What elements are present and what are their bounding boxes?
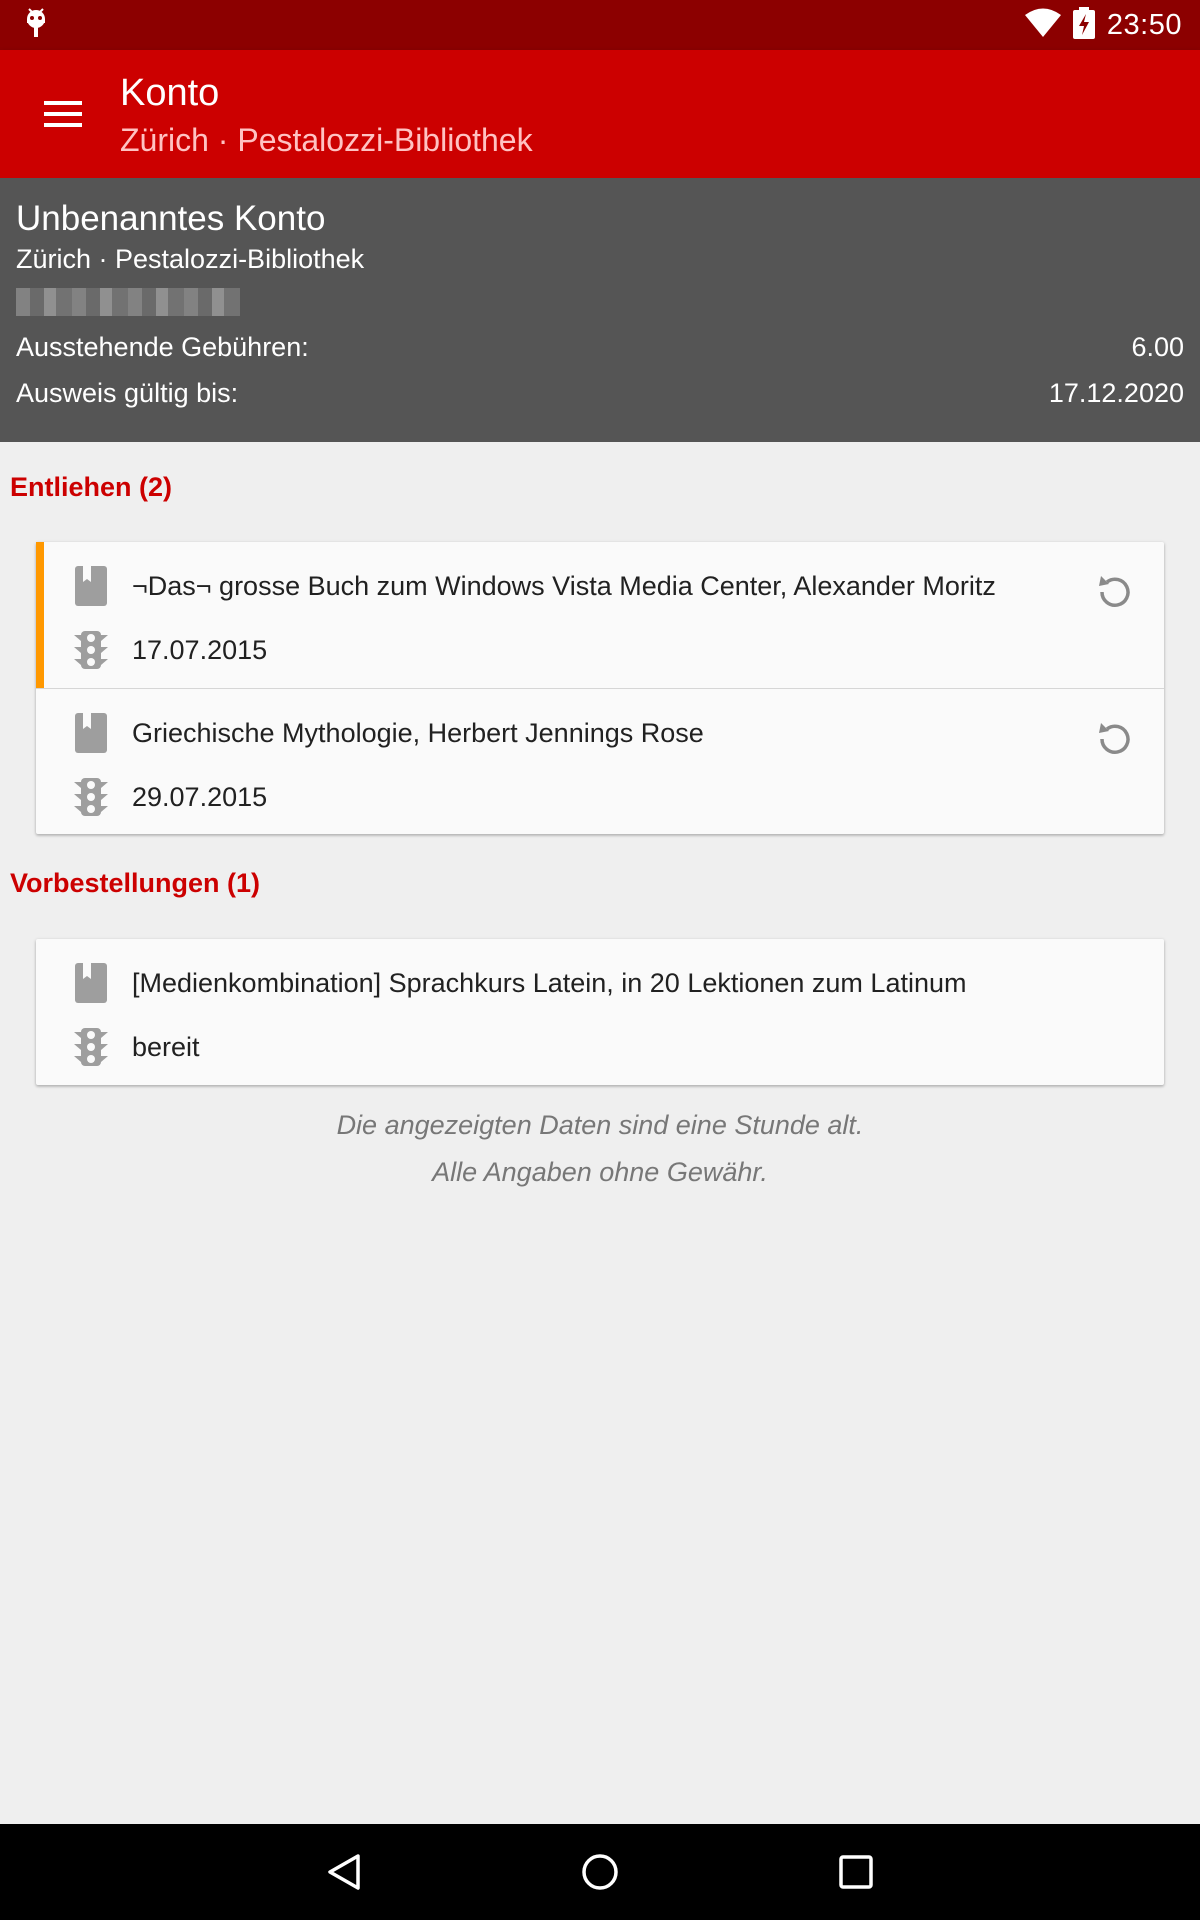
item-title-line: [Medienkombination] Sprachkurs Latein, i…: [74, 959, 1074, 1007]
hamburger-menu-icon[interactable]: [34, 84, 94, 144]
account-header: Unbenanntes Konto Zürich · Pestalozzi-Bi…: [0, 178, 1200, 442]
lent-card: ¬Das¬ grosse Buch zum Windows Vista Medi…: [36, 542, 1164, 834]
renew-icon: [1099, 723, 1130, 754]
footer-note-disclaimer: Alle Angaben ohne Gewähr.: [432, 1157, 768, 1187]
list-item[interactable]: [Medienkombination] Sprachkurs Latein, i…: [36, 939, 1164, 1085]
traffic-light-icon: [74, 628, 108, 672]
renew-button[interactable]: [1090, 715, 1138, 763]
item-date: 29.07.2015: [132, 781, 268, 812]
valid-label: Ausweis gültig bis:: [16, 378, 239, 408]
status-time: 23:50: [1106, 8, 1182, 41]
book-icon: [74, 564, 108, 608]
fees-label: Ausstehende Gebühren:: [16, 332, 309, 362]
item-status: bereit: [132, 1031, 200, 1062]
recents-square-icon: [839, 1855, 873, 1889]
status-bar: 23:50: [0, 0, 1200, 50]
page-title: Konto: [120, 72, 220, 114]
item-date-line: 29.07.2015: [74, 773, 1074, 821]
fees-row: Ausstehende Gebühren: 6.00: [16, 330, 1184, 364]
account-name: Unbenanntes Konto: [16, 199, 326, 238]
section-title-lent: Entliehen (2): [10, 472, 173, 502]
item-date: 17.07.2015: [132, 634, 268, 665]
account-library: Zürich · Pestalozzi-Bibliothek: [16, 244, 365, 274]
list-item[interactable]: ¬Das¬ grosse Buch zum Windows Vista Medi…: [36, 542, 1164, 688]
item-title: [Medienkombination] Sprachkurs Latein, i…: [132, 967, 967, 998]
renew-icon: [1099, 576, 1130, 607]
valid-value: 17.12.2020: [1048, 378, 1184, 408]
book-icon: [74, 711, 108, 755]
back-triangle-icon: [328, 1854, 360, 1890]
item-title-line: ¬Das¬ grosse Buch zum Windows Vista Medi…: [74, 562, 1074, 610]
reservations-card: [Medienkombination] Sprachkurs Latein, i…: [36, 939, 1164, 1085]
footer-note-age: Die angezeigten Daten sind eine Stunde a…: [336, 1110, 864, 1140]
valid-row: Ausweis gültig bis: 17.12.2020: [16, 376, 1184, 410]
book-icon: [74, 961, 108, 1005]
home-button[interactable]: [572, 1844, 628, 1900]
app-bar: Konto Zürich · Pestalozzi-Bibliothek: [0, 50, 1200, 178]
battery-charging-icon: [1072, 6, 1095, 44]
item-title: ¬Das¬ grosse Buch zum Windows Vista Medi…: [132, 570, 996, 601]
page-subtitle: Zürich · Pestalozzi-Bibliothek: [120, 122, 533, 158]
fees-value: 6.00: [1131, 332, 1184, 362]
section-title-reservations: Vorbestellungen (1): [10, 868, 261, 898]
back-button[interactable]: [316, 1844, 372, 1900]
navigation-bar: [0, 1824, 1200, 1920]
item-status-line: bereit: [74, 1023, 1074, 1071]
list-item[interactable]: Griechische Mythologie, Herbert Jennings…: [36, 688, 1164, 834]
traffic-light-icon: [74, 1025, 108, 1069]
account-number-blurred: [16, 288, 240, 316]
home-circle-icon: [582, 1854, 618, 1890]
item-title: Griechische Mythologie, Herbert Jennings…: [132, 717, 704, 748]
recents-button[interactable]: [828, 1844, 884, 1900]
item-title-line: Griechische Mythologie, Herbert Jennings…: [74, 709, 1074, 757]
renew-button[interactable]: [1090, 568, 1138, 616]
android-debug-icon: [22, 7, 50, 44]
wifi-icon: [1024, 8, 1061, 43]
traffic-light-icon: [74, 775, 108, 819]
item-date-line: 17.07.2015: [74, 626, 1074, 674]
